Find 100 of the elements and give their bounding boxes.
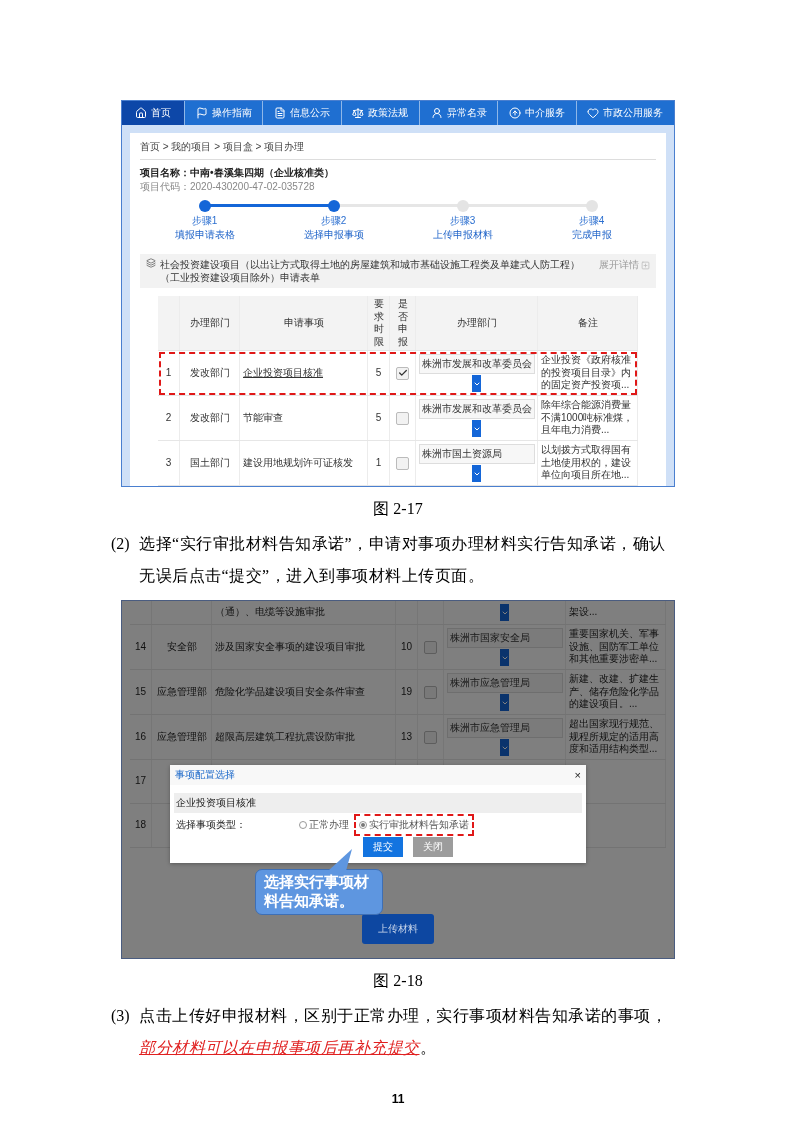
table-cell: 节能审查 — [240, 396, 368, 440]
select-field[interactable]: 株洲市应急管理局 — [446, 718, 563, 738]
table-cell: 1 — [368, 441, 390, 485]
dropdown-button[interactable] — [500, 694, 509, 711]
table-cell: 13 — [396, 715, 418, 759]
select-field[interactable]: 株洲市国家安全局 — [446, 628, 563, 648]
table-cell: 架设... — [566, 601, 666, 624]
flag-icon — [195, 107, 208, 119]
table-cell: 发改部门 — [180, 351, 240, 395]
project-name: 项目名称：中南•春溪集四期（企业核准类） — [140, 166, 335, 180]
table-cell: 15 — [130, 670, 152, 714]
table-cell: 10 — [396, 625, 418, 669]
dropdown-button[interactable] — [472, 375, 481, 392]
table-cell: 18 — [130, 804, 152, 847]
table-cell: 应急管理部 — [152, 670, 212, 714]
nav-label: 异常名录 — [446, 106, 487, 120]
table-cell: 新建、改建、扩建生产、储存危险化学品的建设项目。... — [566, 670, 666, 714]
item-link[interactable]: 企业投资项目核准 — [240, 351, 368, 395]
dropdown-button[interactable] — [472, 420, 481, 437]
column-header: 是否申报 — [390, 296, 416, 350]
select-field[interactable]: 株洲市发展和改革委员会 — [418, 399, 535, 419]
nav-tab[interactable]: 操作指南 — [184, 101, 263, 125]
table-cell: 2 — [158, 396, 180, 440]
close-button[interactable]: × — [574, 769, 581, 781]
step-number: 步骤3 — [449, 214, 476, 228]
dropdown-button[interactable] — [500, 649, 509, 666]
upload-button[interactable]: 上传材料 — [362, 914, 434, 944]
nav-label: 信息公示 — [290, 106, 330, 120]
checkbox[interactable] — [424, 730, 437, 744]
dialog-title: 事项配置选择 — [175, 768, 235, 782]
table-cell: 应急管理部 — [152, 715, 212, 759]
layers-icon — [146, 258, 156, 268]
checkbox[interactable] — [424, 640, 437, 654]
table-cell: （通）、电缆等设施审批 — [212, 601, 396, 624]
select-field[interactable]: 株洲市应急管理局 — [446, 673, 563, 693]
step-label: 上传申报材料 — [432, 228, 493, 242]
step-label: 完成申报 — [571, 228, 612, 242]
scales-icon — [352, 107, 365, 119]
submit-button[interactable]: 提交 — [363, 837, 403, 857]
nav-tab[interactable]: 首页 — [122, 101, 184, 125]
checkbox[interactable] — [396, 366, 409, 380]
table-cell: 重要国家机关、军事设施、国防军工单位和其他重要涉密单... — [566, 625, 666, 669]
field-label: 选择事项类型： — [176, 818, 247, 832]
table-cell: 5 — [368, 396, 390, 440]
column-header: 要求时限 — [368, 296, 390, 350]
dropdown-button[interactable] — [500, 604, 509, 621]
heart-icon — [587, 107, 600, 119]
nav-tab[interactable]: 政策法规 — [340, 101, 419, 125]
table-cell: 17 — [130, 760, 152, 803]
list-marker: (3) — [111, 1006, 131, 1027]
nav-tab[interactable]: 异常名录 — [419, 101, 498, 125]
nav-label: 政策法规 — [368, 106, 409, 120]
project-code: 项目代码：2020-430200-47-02-035728 — [140, 180, 316, 194]
table-cell: 涉及国家安全事项的建设项目审批 — [212, 625, 396, 669]
section-header: 企业投资项目核准 — [174, 793, 582, 813]
nav-label: 中介服务 — [524, 106, 565, 120]
radio-button[interactable] — [359, 821, 367, 829]
list-marker: (2) — [111, 534, 131, 555]
table-cell: 19 — [396, 670, 418, 714]
step-number: 步骤2 — [320, 214, 347, 228]
column-header: 办理部门 — [180, 296, 240, 350]
dropdown-button[interactable] — [500, 739, 509, 756]
table-cell: 5 — [368, 351, 390, 395]
radio-option[interactable]: 实行审批材料告知承诺 — [356, 816, 472, 834]
nav-label: 操作指南 — [211, 106, 252, 120]
person-icon — [430, 107, 443, 119]
page-number: 11 — [390, 1092, 406, 1106]
select-field[interactable]: 株洲市发展和改革委员会 — [418, 354, 535, 374]
step-label: 选择申报事项 — [303, 228, 364, 242]
checkbox[interactable] — [424, 685, 437, 699]
home-icon — [135, 107, 147, 119]
step-label: 填报申请表格 — [174, 228, 235, 242]
column-header: 备注 — [538, 296, 638, 350]
document-icon — [274, 107, 286, 119]
table-cell: 16 — [130, 715, 152, 759]
table-cell: 14 — [130, 625, 152, 669]
table-cell: 危险化学品建设项目安全条件审查 — [212, 670, 396, 714]
callout-tail — [326, 849, 354, 871]
select-field[interactable]: 株洲市国土资源局 — [418, 444, 535, 464]
step-number: 步骤1 — [191, 214, 218, 228]
table-cell: 国土部门 — [180, 441, 240, 485]
table-cell: 发改部门 — [180, 396, 240, 440]
nav-tab[interactable]: 中介服务 — [497, 101, 576, 125]
table-cell: 超出国家现行规范、规程所规定的适用高度和适用结构类型... — [566, 715, 666, 759]
checkbox[interactable] — [396, 456, 409, 470]
dropdown-button[interactable] — [472, 465, 481, 482]
figure-caption: 图 2-18 — [372, 971, 424, 991]
checkbox[interactable] — [396, 411, 409, 425]
column-header: 办理部门 — [416, 296, 538, 350]
table-cell: 除年综合能源消费量不满1000吨标准煤，且年电力消费... — [538, 396, 638, 440]
expand-toggle[interactable]: 展开详情 — [599, 258, 650, 272]
column-header: 申请事项 — [240, 296, 368, 350]
nav-tab[interactable]: 信息公示 — [262, 101, 341, 125]
close-dialog-button[interactable]: 关闭 — [413, 837, 453, 857]
plus-square-icon — [641, 260, 650, 270]
radio-option[interactable]: 正常办理 — [296, 816, 352, 834]
nav-tab[interactable]: 市政公用服务 — [575, 101, 674, 125]
table-cell: 企业投资《政府核准的投资项目目录》内的固定资产投资项... — [538, 351, 638, 395]
table-cell: 3 — [158, 441, 180, 485]
figure-caption: 图 2-17 — [372, 499, 424, 519]
